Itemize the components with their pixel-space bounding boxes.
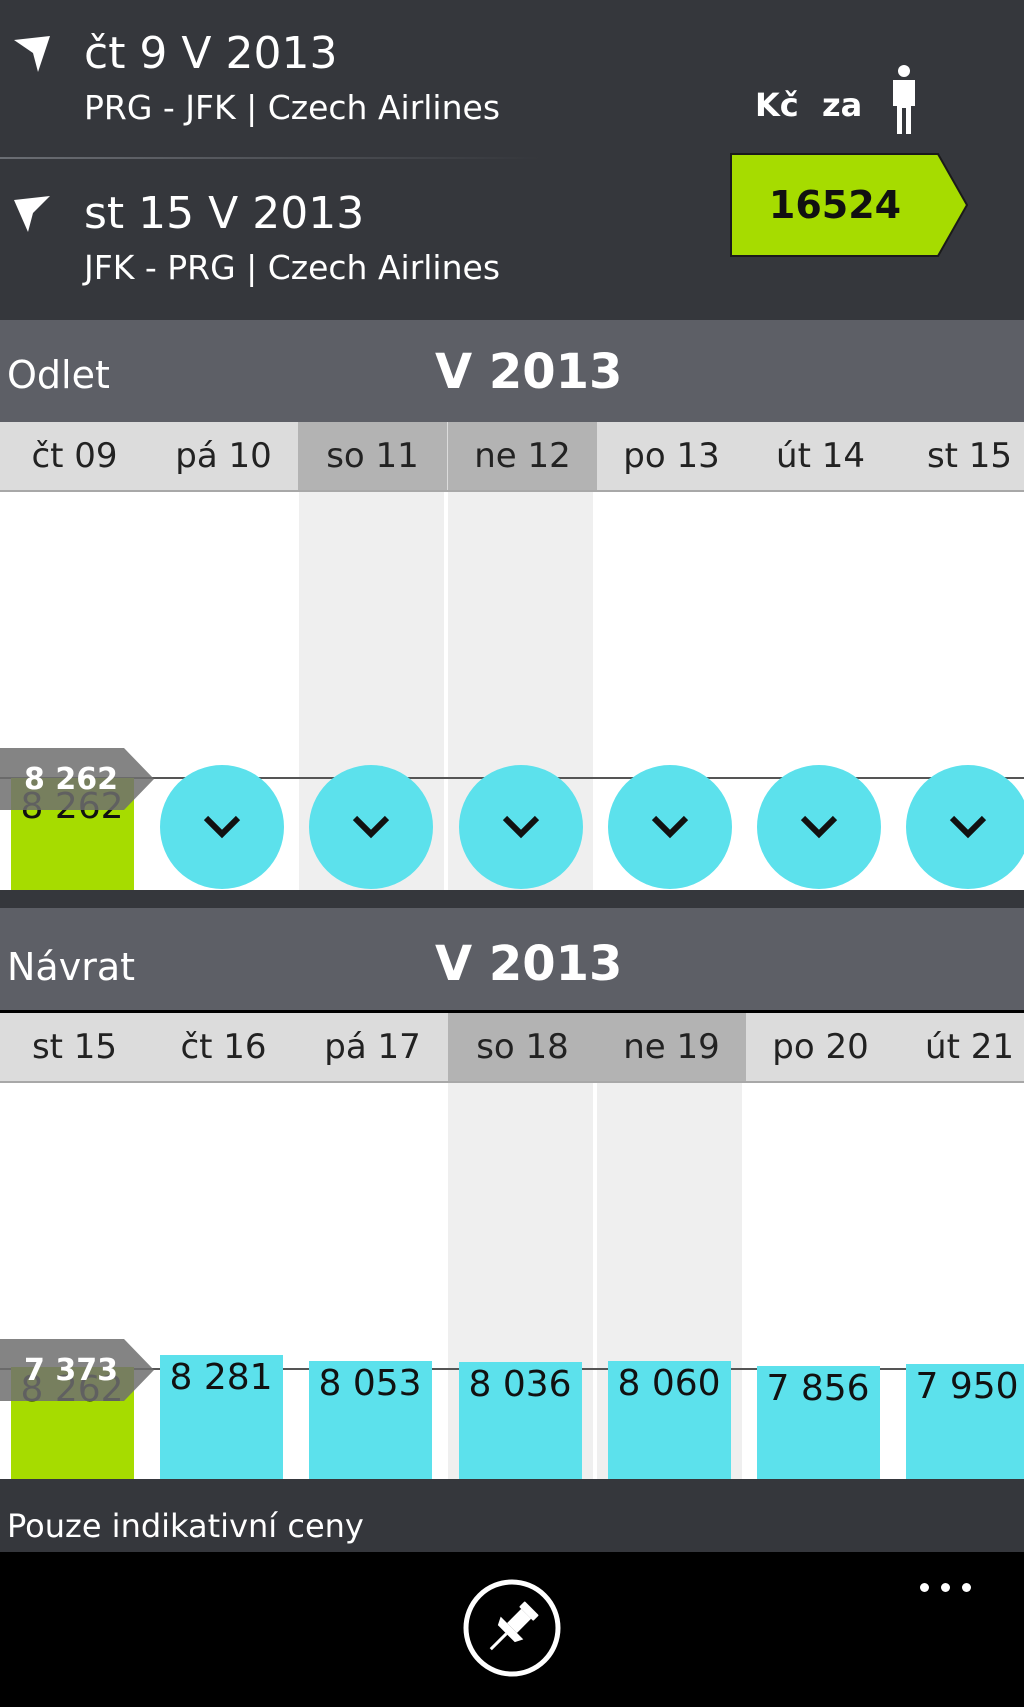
return-price-value: 8 036 (468, 1364, 572, 1405)
disclaimer-bar: Pouze indikativní ceny (0, 1496, 1024, 1552)
departure-month: V 2013 (435, 344, 623, 400)
return-section-header: Návrat V 2013 (0, 908, 1024, 1010)
departure-section-header: Odlet V 2013 (0, 320, 1024, 422)
chevron-down-icon (651, 815, 689, 839)
section-separator (0, 890, 1024, 908)
chevron-down-icon (502, 815, 540, 839)
return-price-value: 8 281 (169, 1357, 273, 1398)
trip-summary-header: čt 9 V 2013 PRG - JFK | Czech Airlines s… (0, 0, 1024, 320)
airplane-outbound-icon (14, 36, 50, 72)
return-day[interactable]: pá 17 (298, 1013, 447, 1081)
app-bar (0, 1552, 1024, 1707)
currency-label[interactable]: Kč (755, 89, 799, 121)
expand-price-button[interactable] (608, 765, 732, 889)
return-price-value: 7 856 (766, 1368, 870, 1409)
return-day[interactable]: út 21 (895, 1013, 1024, 1081)
chevron-down-icon (949, 815, 987, 839)
return-price-value: 8 060 (617, 1363, 721, 1404)
chevron-down-icon (800, 815, 838, 839)
expand-price-button[interactable] (757, 765, 881, 889)
return-day[interactable]: so 18 (448, 1013, 597, 1081)
return-day[interactable]: ne 19 (597, 1013, 746, 1081)
departure-day[interactable]: út 14 (746, 422, 895, 490)
departure-day[interactable]: so 11 (298, 422, 447, 490)
departure-day[interactable]: čt 09 (0, 422, 149, 490)
return-route: JFK - PRG | Czech Airlines (84, 248, 501, 287)
return-price-value: 8 053 (318, 1363, 422, 1404)
more-icon[interactable] (916, 1578, 976, 1598)
departure-label: Odlet (7, 353, 110, 397)
expand-price-button[interactable] (906, 765, 1024, 889)
return-price-value: 7 950 (915, 1366, 1019, 1407)
chevron-down-icon (352, 815, 390, 839)
return-day[interactable]: po 20 (746, 1013, 895, 1081)
departure-day[interactable]: ne 12 (448, 422, 597, 490)
per-label: za (822, 86, 863, 124)
departure-price-chart: 8 262 8 262 (0, 492, 1024, 890)
expand-price-button[interactable] (160, 765, 284, 889)
header-divider (0, 157, 540, 159)
section-separator (0, 1479, 1024, 1497)
return-day[interactable]: čt 16 (149, 1013, 298, 1081)
outbound-route: PRG - JFK | Czech Airlines (84, 88, 501, 127)
departure-day[interactable]: st 15 (895, 422, 1024, 490)
price-marker-value: 7 373 (24, 1353, 118, 1388)
expand-price-button[interactable] (309, 765, 433, 889)
airplane-return-icon (14, 196, 50, 232)
return-day-row: st 15 čt 16 pá 17 so 18 ne 19 po 20 út 2… (0, 1013, 1024, 1083)
chevron-down-icon (203, 815, 241, 839)
departure-day[interactable]: pá 10 (149, 422, 298, 490)
person-icon[interactable] (889, 64, 919, 136)
expand-price-button[interactable] (459, 765, 583, 889)
pin-icon[interactable] (462, 1578, 562, 1678)
outbound-date: čt 9 V 2013 (84, 28, 338, 79)
return-month: V 2013 (435, 936, 623, 992)
departure-day[interactable]: po 13 (597, 422, 746, 490)
return-label: Návrat (7, 945, 136, 989)
return-day[interactable]: st 15 (0, 1013, 149, 1081)
total-price: 16524 (768, 183, 902, 227)
price-marker-value: 8 262 (24, 762, 118, 797)
return-date: st 15 V 2013 (84, 188, 365, 239)
departure-day-row: čt 09 pá 10 so 11 ne 12 po 13 út 14 st 1… (0, 422, 1024, 492)
disclaimer-text: Pouze indikativní ceny (7, 1507, 364, 1545)
return-price-chart: 8 262 8 281 8 053 8 036 8 060 7 856 7 95… (0, 1083, 1024, 1479)
